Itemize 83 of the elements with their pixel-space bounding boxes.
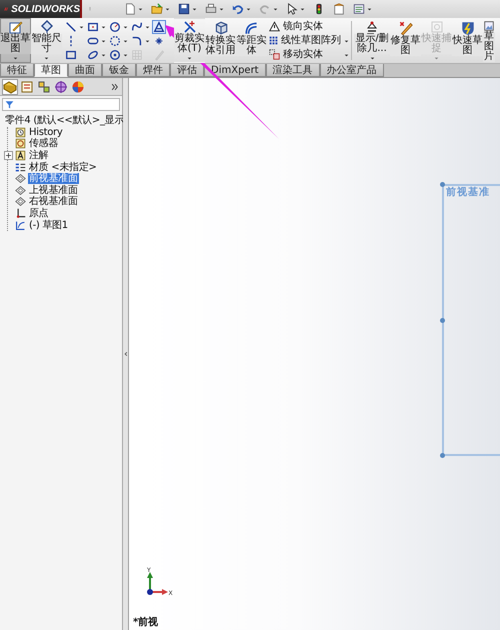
expand-icon[interactable] — [4, 151, 13, 160]
trim-button[interactable]: 剪裁实体(T) — [174, 18, 205, 63]
plane-icon — [15, 196, 26, 208]
triangle-icon[interactable] — [152, 20, 166, 34]
relations-icon — [364, 20, 380, 34]
tree-item[interactable]: 上视基准面 — [28, 184, 79, 196]
target-circle-icon[interactable] — [108, 48, 122, 62]
fillet-arc-icon[interactable] — [130, 34, 144, 48]
relations-button[interactable]: 显示/删除几... — [354, 18, 390, 63]
tab[interactable]: 钣金 — [102, 64, 136, 77]
tab[interactable]: DimXpert — [204, 64, 266, 77]
clock-box-icon — [15, 126, 26, 138]
tab[interactable]: 草图 — [34, 64, 68, 77]
logo-text: SOLIDWORKS — [11, 4, 80, 14]
filter-field[interactable] — [2, 98, 120, 111]
sketch-curve-icon — [15, 220, 26, 231]
feature-tree-icon[interactable] — [3, 80, 17, 94]
circle-icon[interactable] — [108, 20, 122, 34]
pointer-icon[interactable] — [286, 3, 298, 15]
pattern-button[interactable]: 线性草图阵列 — [267, 34, 349, 47]
move-button[interactable]: 移动实体 — [267, 48, 349, 61]
dashed-circle-icon[interactable] — [108, 34, 122, 48]
tab[interactable]: 评估 — [170, 64, 204, 77]
exit-sketch-button[interactable]: 退出草图 — [0, 18, 31, 63]
document-icon[interactable] — [333, 3, 345, 15]
options-window-icon[interactable] — [353, 3, 365, 15]
plane-handle[interactable] — [440, 318, 445, 323]
tree-item[interactable]: 传感器 — [28, 138, 60, 150]
double-chevron-icon[interactable] — [111, 82, 119, 90]
dot-grid-icon — [269, 35, 278, 46]
tree-item[interactable]: 前视基准面 — [28, 173, 79, 184]
sketch-pencil-icon — [8, 20, 24, 34]
repair-button[interactable]: 修复草图 — [390, 18, 421, 63]
plane-icon — [15, 173, 26, 184]
smart-dimension-button[interactable]: 智能尺寸 — [31, 18, 62, 63]
tree-item[interactable]: History — [28, 126, 64, 138]
offset-curves-icon — [244, 20, 260, 36]
diamond-icon — [38, 20, 54, 34]
x-axis-arrow — [150, 589, 168, 595]
a-box-icon — [15, 150, 26, 162]
undo-icon[interactable] — [232, 3, 244, 15]
tab[interactable]: 办公室产品 — [320, 64, 384, 77]
trim-lines-icon — [182, 20, 198, 34]
tab[interactable]: 曲面 — [68, 64, 102, 77]
folder-icon[interactable] — [151, 3, 163, 15]
plane-label: 前视基准 — [446, 187, 490, 198]
plane-handle[interactable] — [440, 182, 445, 187]
material-list-icon — [15, 162, 26, 173]
gauge-box-icon — [15, 138, 26, 150]
snap-target-icon — [428, 20, 444, 34]
origin-axes-icon — [15, 208, 26, 220]
repair-pencil-icon — [398, 20, 414, 36]
funnel-icon — [5, 100, 14, 109]
rapid-button[interactable]: 快速草图 — [452, 18, 483, 63]
mirror-button[interactable]: 镜向实体 — [267, 20, 349, 33]
tree-item[interactable]: 注解 — [28, 150, 50, 162]
y-axis-arrow — [147, 572, 153, 592]
rectangle-icon[interactable] — [86, 20, 100, 34]
offset-button[interactable]: 等距实体 — [236, 18, 267, 63]
tab[interactable]: 特征 — [0, 64, 34, 77]
configuration-icon[interactable] — [37, 80, 51, 94]
warning-triangle-icon — [269, 21, 280, 32]
printer-icon[interactable] — [205, 3, 217, 15]
tab[interactable]: 焊件 — [136, 64, 170, 77]
tree-item[interactable]: (-) 草图1 — [28, 220, 69, 231]
view-label: *前视 — [133, 616, 158, 629]
tree-item[interactable]: 材质 <未指定> — [28, 162, 98, 173]
new-document-icon[interactable] — [124, 3, 136, 15]
ellipse-icon[interactable] — [86, 48, 100, 62]
property-sheet-icon[interactable] — [20, 80, 34, 94]
crosshair-icon[interactable] — [54, 80, 68, 94]
sketch-shield-icon — [460, 20, 476, 36]
tree-item[interactable]: 原点 — [28, 208, 50, 220]
rectangle-icon[interactable] — [64, 48, 78, 62]
plane-handle[interactable] — [440, 453, 445, 458]
tab[interactable]: 渲染工具 — [266, 64, 320, 77]
line-icon[interactable] — [64, 20, 78, 34]
tree-item[interactable]: 右视基准面 — [28, 196, 79, 208]
plane-icon — [15, 184, 26, 196]
move-shapes-icon — [269, 49, 280, 60]
origin-dot — [147, 589, 153, 595]
color-ball-icon[interactable] — [71, 80, 85, 94]
convert-button[interactable]: 转换实体引用 — [205, 18, 236, 63]
